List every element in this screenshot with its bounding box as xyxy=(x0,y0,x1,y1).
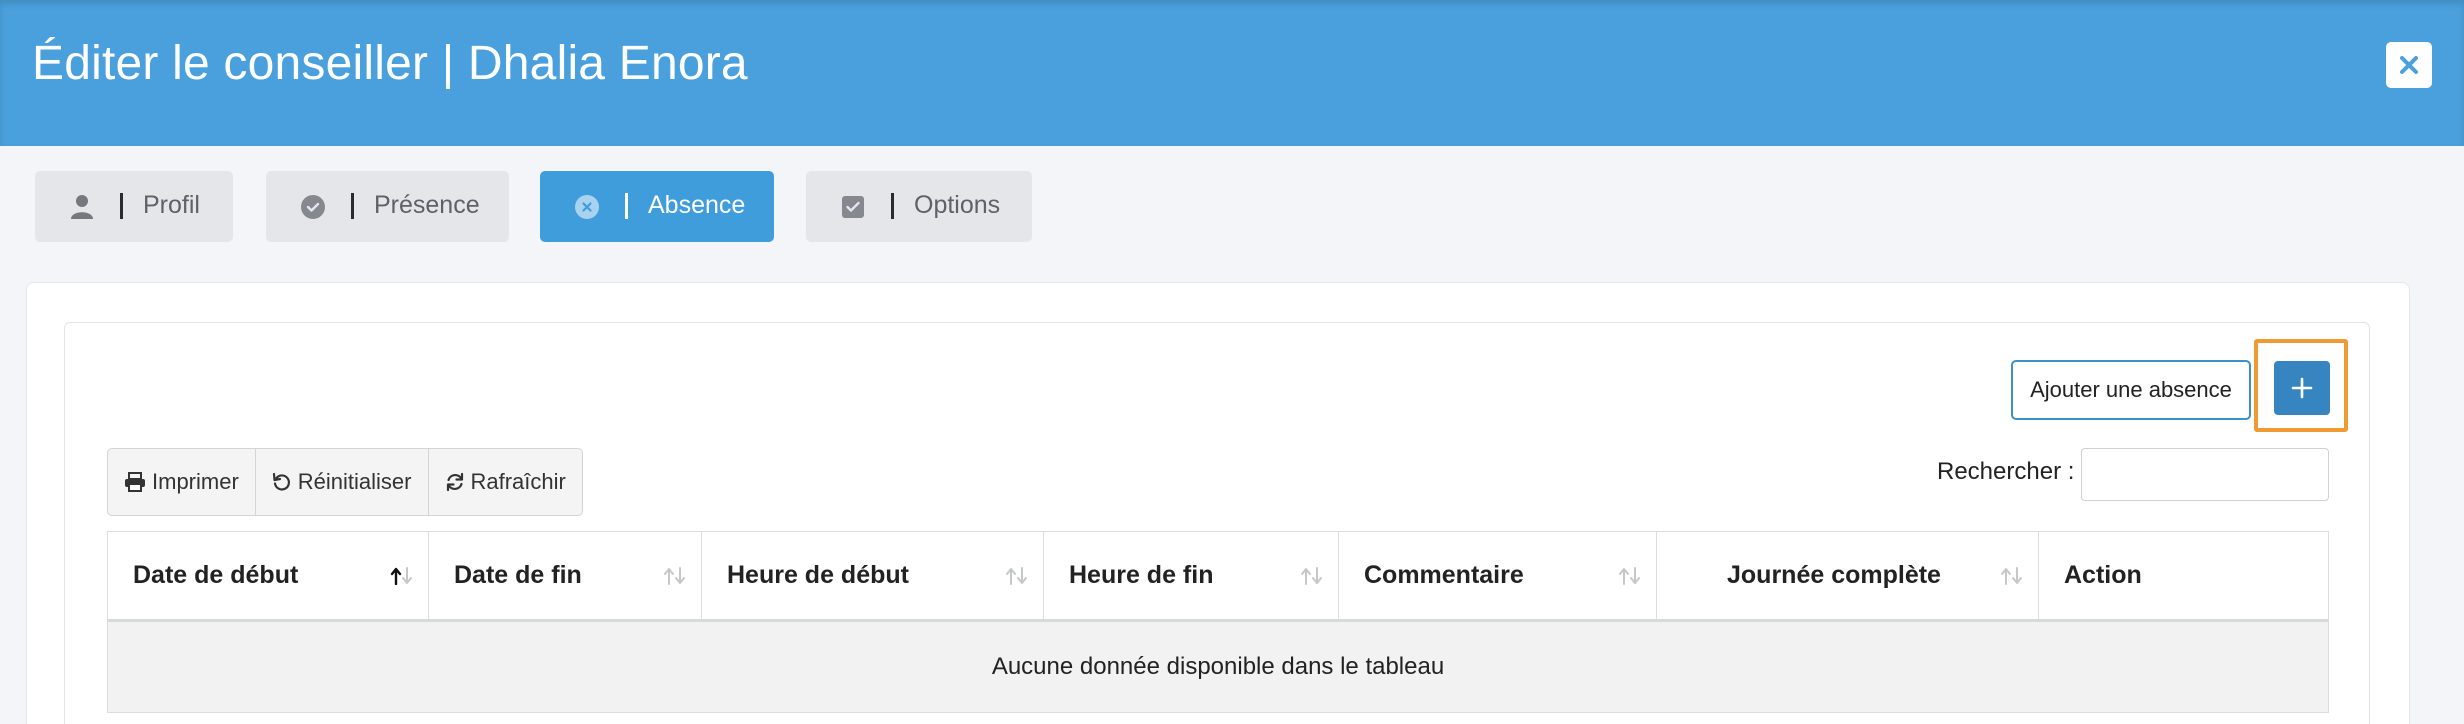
plus-icon xyxy=(2291,377,2313,399)
sort-icon xyxy=(663,567,687,585)
print-icon xyxy=(125,472,145,492)
refresh-button[interactable]: Rafraîchir xyxy=(429,449,582,515)
modal-header: Éditer le conseiller | Dhalia Enora xyxy=(0,0,2464,146)
times-circle-icon xyxy=(572,192,602,222)
add-button[interactable] xyxy=(2274,361,2330,415)
modal-title: Éditer le conseiller | Dhalia Enora xyxy=(32,37,748,90)
reset-button[interactable]: Réinitialiser xyxy=(256,449,429,515)
empty-table-message: Aucune donnée disponible dans le tableau xyxy=(108,622,2328,712)
reset-label: Réinitialiser xyxy=(297,469,412,494)
column-header-commentaire[interactable]: Commentaire xyxy=(1339,532,1657,619)
table-header-row: Date de début Date de fin Heure de début xyxy=(108,532,2328,622)
column-label: Commentaire xyxy=(1364,561,1524,589)
column-header-date-debut[interactable]: Date de début xyxy=(108,532,429,619)
tab-presence[interactable]: Présence xyxy=(266,171,509,242)
print-button[interactable]: Imprimer xyxy=(108,449,256,515)
tab-separator xyxy=(351,193,354,219)
tab-absence[interactable]: Absence xyxy=(540,171,774,242)
tab-label: Profil xyxy=(143,191,200,219)
sort-icon xyxy=(1300,567,1324,585)
check-circle-icon xyxy=(298,192,328,222)
sort-asc-icon xyxy=(390,567,414,585)
tab-separator xyxy=(120,193,123,219)
tab-label: Présence xyxy=(374,191,480,219)
column-label: Date de début xyxy=(133,561,299,589)
search-label: Rechercher : xyxy=(1937,458,2075,485)
tab-label: Options xyxy=(914,191,1001,219)
column-label: Journée complète xyxy=(1727,561,1941,589)
column-label: Heure de fin xyxy=(1069,561,1214,589)
column-label: Date de fin xyxy=(454,561,582,589)
tab-profil[interactable]: Profil xyxy=(35,171,233,242)
sort-icon xyxy=(1005,567,1029,585)
close-icon xyxy=(2400,56,2418,74)
sort-icon xyxy=(1618,567,1642,585)
tab-separator xyxy=(625,193,628,219)
column-header-action: Action xyxy=(2039,532,2328,619)
add-absence-button[interactable]: Ajouter une absence xyxy=(2011,360,2251,420)
sort-icon xyxy=(2000,567,2024,585)
column-header-date-fin[interactable]: Date de fin xyxy=(429,532,702,619)
column-header-journee-complete[interactable]: Journée complète xyxy=(1657,532,2039,619)
tab-label: Absence xyxy=(648,191,746,219)
print-label: Imprimer xyxy=(152,469,239,494)
check-square-icon xyxy=(838,192,868,222)
table-toolbar: Imprimer Réinitialiser Rafraîchir xyxy=(107,448,583,516)
tab-separator xyxy=(891,193,894,219)
refresh-label: Rafraîchir xyxy=(470,469,566,494)
column-header-heure-debut[interactable]: Heure de début xyxy=(702,532,1044,619)
tab-options[interactable]: Options xyxy=(806,171,1032,242)
search-input[interactable] xyxy=(2081,448,2329,501)
column-label: Action xyxy=(2064,561,2142,589)
column-label: Heure de début xyxy=(727,561,909,589)
undo-icon xyxy=(272,472,290,491)
refresh-icon xyxy=(446,472,463,492)
close-button[interactable] xyxy=(2386,42,2432,88)
absence-table: Date de début Date de fin Heure de début xyxy=(107,531,2329,713)
column-header-heure-fin[interactable]: Heure de fin xyxy=(1044,532,1339,619)
user-icon xyxy=(67,192,97,222)
